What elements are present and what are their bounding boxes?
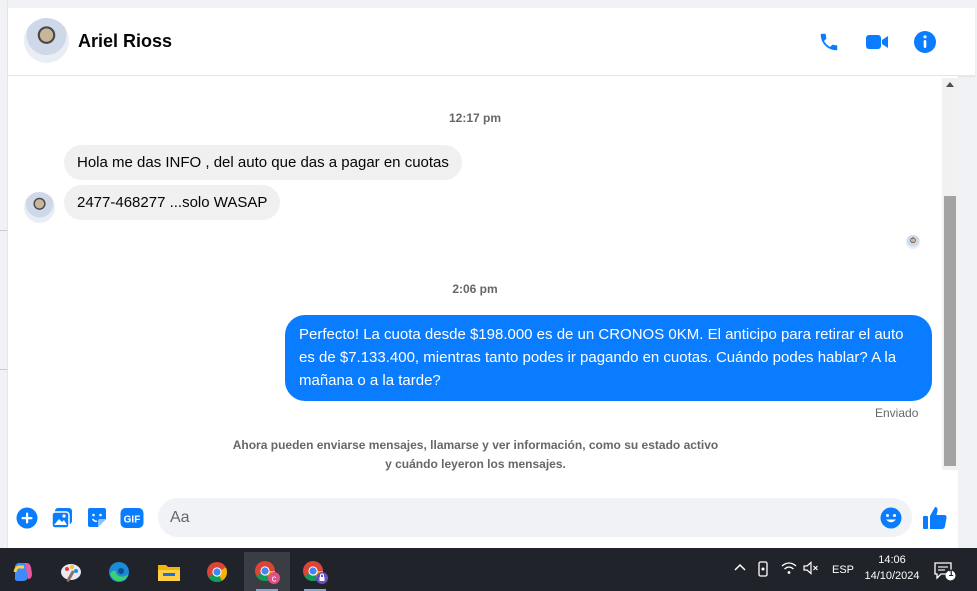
language-indicator[interactable]: ESP (832, 564, 854, 576)
windows-taskbar: c ESP 14:06 14/10/2024 1 (0, 548, 977, 591)
volume-muted-icon[interactable] (803, 561, 819, 578)
device-icon[interactable] (756, 561, 770, 580)
timestamp: 2:06 pm (452, 282, 498, 296)
contact-avatar[interactable] (24, 18, 69, 63)
paint-icon[interactable] (48, 552, 94, 591)
seen-avatar (906, 235, 920, 249)
outgoing-message[interactable]: Perfecto! La cuota desde $198.000 es de … (285, 315, 932, 401)
video-camera-icon[interactable] (864, 29, 890, 55)
notification-icon[interactable]: 1 (934, 561, 956, 584)
left-window-edge (0, 0, 8, 548)
chrome-profile-locked-icon[interactable] (292, 552, 338, 591)
chrome-icon[interactable] (194, 552, 240, 591)
clock[interactable]: 14:06 14/10/2024 (860, 552, 924, 584)
chat-scrollbar[interactable] (942, 78, 958, 470)
chevron-up-icon[interactable] (733, 561, 747, 576)
plus-icon[interactable] (16, 507, 38, 529)
right-window-edge (958, 0, 977, 548)
chrome-profile-c-icon[interactable]: c (244, 552, 290, 591)
info-icon[interactable] (912, 29, 938, 55)
message-composer: GIF (8, 488, 958, 548)
emoji-icon[interactable] (880, 507, 902, 529)
clock-time: 14:06 (878, 554, 906, 566)
phone-icon[interactable] (816, 29, 842, 55)
incoming-message[interactable]: Hola me das INFO , del auto que das a pa… (64, 145, 462, 180)
photo-icon[interactable] (51, 507, 73, 529)
sender-avatar[interactable] (24, 192, 55, 223)
gif-icon[interactable]: GIF (120, 507, 144, 529)
contact-name[interactable]: Ariel Rioss (78, 31, 172, 52)
svg-text:c: c (272, 573, 277, 583)
message-status: Enviado (875, 406, 919, 420)
svg-text:GIF: GIF (124, 515, 141, 526)
file-explorer-icon[interactable] (146, 552, 192, 591)
thumbs-up-icon[interactable] (922, 505, 948, 531)
incoming-message[interactable]: 2477-468277 ...solo WASAP (64, 185, 281, 220)
system-message: Ahora pueden enviarse mensajes, llamarse… (232, 438, 719, 471)
scrollbar-thumb[interactable] (944, 196, 956, 466)
wifi-icon[interactable] (781, 561, 797, 578)
message-input[interactable] (158, 498, 912, 537)
scroll-up-icon[interactable] (946, 82, 954, 87)
clock-date: 14/10/2024 (864, 570, 920, 582)
sticker-icon[interactable] (86, 507, 108, 529)
message-list[interactable]: 12:17 pm Hola me das INFO , del auto que… (8, 76, 958, 488)
copilot-icon[interactable] (0, 552, 46, 591)
notification-count: 1 (948, 568, 954, 578)
timestamp: 12:17 pm (448, 111, 502, 125)
chat-header: Ariel Rioss (8, 0, 975, 76)
edge-icon[interactable] (96, 552, 142, 591)
